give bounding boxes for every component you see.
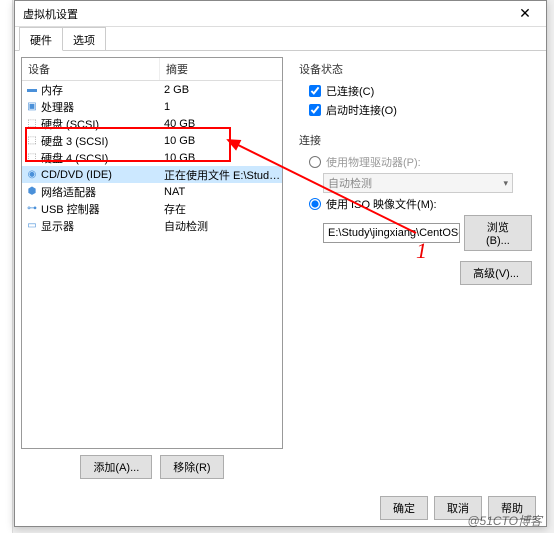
- device-cell: ⬚硬盘 4 (SCSI): [22, 150, 160, 166]
- close-icon: ✕: [519, 5, 531, 22]
- device-row[interactable]: ⬚硬盘 (SCSI)40 GB: [22, 115, 282, 132]
- content-area: 设备 摘要 ▬内存2 GB▣处理器1⬚硬盘 (SCSI)40 GB⬚硬盘 3 (…: [15, 51, 546, 491]
- display-icon: ▭: [26, 220, 38, 232]
- device-name: 处理器: [41, 99, 74, 115]
- device-summary: 1: [160, 101, 282, 113]
- status-title: 设备状态: [299, 61, 532, 77]
- device-name: 内存: [41, 82, 63, 98]
- status-group: 设备状态 已连接(C) 启动时连接(O): [299, 61, 532, 118]
- tab-bar: 硬件 选项: [15, 27, 546, 51]
- device-cell: ⊶USB 控制器: [22, 201, 160, 217]
- device-row[interactable]: ⬚硬盘 4 (SCSI)10 GB: [22, 149, 282, 166]
- disk-icon: ⬚: [26, 152, 38, 164]
- device-name: USB 控制器: [41, 201, 100, 217]
- disk-icon: ⬚: [26, 118, 38, 130]
- device-summary: 存在: [160, 201, 282, 217]
- device-cell: ⬢网络适配器: [22, 184, 160, 200]
- device-list[interactable]: 设备 摘要 ▬内存2 GB▣处理器1⬚硬盘 (SCSI)40 GB⬚硬盘 3 (…: [21, 57, 283, 449]
- device-row[interactable]: ⊶USB 控制器存在: [22, 200, 282, 217]
- device-cell: ⬚硬盘 3 (SCSI): [22, 133, 160, 149]
- device-name: 硬盘 (SCSI): [41, 116, 99, 132]
- chevron-down-icon: ▾: [503, 178, 508, 189]
- physical-drive-combo: 自动检测 ▾: [323, 173, 513, 193]
- close-button[interactable]: ✕: [510, 4, 540, 24]
- device-summary: 正在使用文件 E:\Study\jingxian...: [160, 167, 282, 183]
- device-cell: ▬内存: [22, 82, 160, 98]
- radio-physical-drive[interactable]: 使用物理驱动器(P):: [309, 154, 532, 170]
- net-icon: ⬢: [26, 186, 38, 198]
- iso-file-row: E:\Study\jingxiang\CentOS- ▾ 浏览(B)...: [323, 215, 532, 251]
- checkbox-connect-at-power[interactable]: 启动时连接(O): [309, 102, 532, 118]
- device-cell: ⬚硬盘 (SCSI): [22, 116, 160, 132]
- header-device[interactable]: 设备: [22, 58, 160, 80]
- device-row[interactable]: ▭显示器自动检测: [22, 217, 282, 234]
- browse-button[interactable]: 浏览(B)...: [464, 215, 532, 251]
- left-panel: 设备 摘要 ▬内存2 GB▣处理器1⬚硬盘 (SCSI)40 GB⬚硬盘 3 (…: [21, 57, 283, 485]
- connection-title: 连接: [299, 132, 532, 148]
- checkbox-connected-input[interactable]: [309, 85, 321, 97]
- header-summary[interactable]: 摘要: [160, 58, 282, 80]
- device-summary: 40 GB: [160, 118, 282, 130]
- radio-use-iso-input[interactable]: [309, 198, 321, 210]
- device-name: 网络适配器: [41, 184, 96, 200]
- device-summary: 自动检测: [160, 218, 282, 234]
- device-summary: 10 GB: [160, 152, 282, 164]
- device-summary: 2 GB: [160, 84, 282, 96]
- list-header: 设备 摘要: [22, 58, 282, 81]
- device-cell: ◉CD/DVD (IDE): [22, 169, 160, 181]
- device-row[interactable]: ▣处理器1: [22, 98, 282, 115]
- device-name: 硬盘 4 (SCSI): [41, 150, 108, 166]
- window-title: 虚拟机设置: [23, 6, 78, 22]
- radio-physical-input[interactable]: [309, 156, 321, 168]
- device-cell: ▭显示器: [22, 218, 160, 234]
- cancel-button[interactable]: 取消: [434, 496, 482, 520]
- disk-icon: ⬚: [26, 135, 38, 147]
- cpu-icon: ▣: [26, 101, 38, 113]
- device-cell: ▣处理器: [22, 99, 160, 115]
- ok-button[interactable]: 确定: [380, 496, 428, 520]
- device-summary: 10 GB: [160, 135, 282, 147]
- add-button[interactable]: 添加(A)...: [80, 455, 152, 479]
- device-name: 硬盘 3 (SCSI): [41, 133, 108, 149]
- annotation-number: 1: [416, 238, 427, 264]
- device-row[interactable]: ⬢网络适配器NAT: [22, 183, 282, 200]
- advanced-button[interactable]: 高级(V)...: [460, 261, 532, 285]
- device-row[interactable]: ⬚硬盘 3 (SCSI)10 GB: [22, 132, 282, 149]
- right-panel: 设备状态 已连接(C) 启动时连接(O) 连接 使用物理驱动器(P): 自动检测: [291, 57, 540, 485]
- help-button[interactable]: 帮助: [488, 496, 536, 520]
- device-row[interactable]: ◉CD/DVD (IDE)正在使用文件 E:\Study\jingxian...: [22, 166, 282, 183]
- device-name: 显示器: [41, 218, 74, 234]
- device-name: CD/DVD (IDE): [41, 169, 112, 181]
- device-row[interactable]: ▬内存2 GB: [22, 81, 282, 98]
- usb-icon: ⊶: [26, 203, 38, 215]
- iso-path-combo[interactable]: E:\Study\jingxiang\CentOS- ▾: [323, 223, 460, 243]
- cd-icon: ◉: [26, 169, 38, 181]
- memory-icon: ▬: [26, 84, 38, 96]
- tab-hardware[interactable]: 硬件: [19, 27, 63, 51]
- tab-options[interactable]: 选项: [62, 27, 106, 50]
- left-button-row: 添加(A)... 移除(R): [21, 449, 283, 485]
- device-summary: NAT: [160, 186, 282, 198]
- radio-use-iso[interactable]: 使用 ISO 映像文件(M):: [309, 196, 532, 212]
- vm-settings-dialog: 虚拟机设置 ✕ 硬件 选项 设备 摘要 ▬内存2 GB▣处理器1⬚硬盘 (SCS…: [14, 0, 547, 527]
- titlebar: 虚拟机设置 ✕: [15, 1, 546, 27]
- checkbox-connect-at-power-input[interactable]: [309, 104, 321, 116]
- checkbox-connected[interactable]: 已连接(C): [309, 83, 532, 99]
- remove-button[interactable]: 移除(R): [160, 455, 223, 479]
- footer-buttons: 确定 取消 帮助: [380, 496, 536, 520]
